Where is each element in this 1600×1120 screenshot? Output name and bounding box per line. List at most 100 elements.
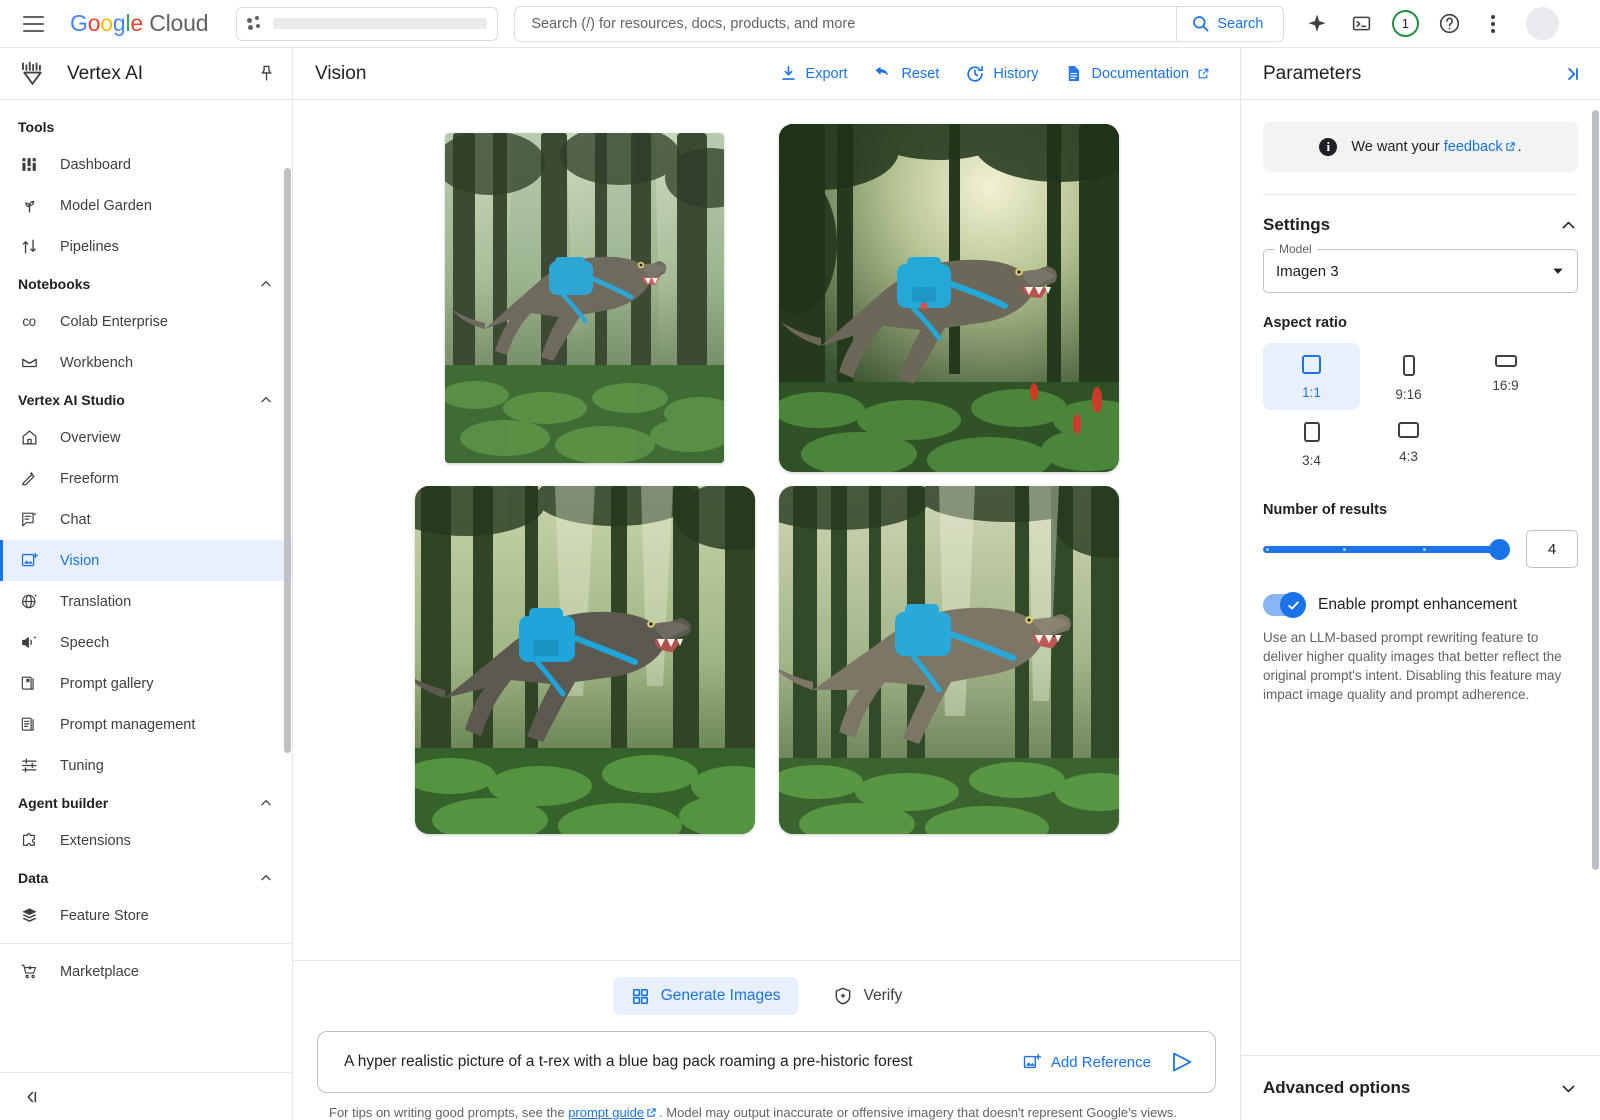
sidebar-item-feature-store[interactable]: Feature Store	[0, 895, 292, 936]
chevron-up-icon	[1559, 216, 1578, 235]
image-grid	[415, 124, 1119, 834]
toolbar-actions: Export Reset History	[779, 64, 1210, 84]
advanced-options-title: Advanced options	[1263, 1078, 1410, 1098]
generated-image-1[interactable]	[445, 133, 724, 463]
add-reference-button[interactable]: Add Reference	[1022, 1052, 1151, 1072]
sidebar-group-agent-builder[interactable]: Agent builder	[0, 786, 292, 820]
sidebar-item-label: Chat	[60, 512, 91, 528]
check-icon	[1286, 598, 1301, 613]
feedback-link[interactable]: feedback	[1444, 139, 1503, 155]
sidebar-item-vision[interactable]: Vision	[0, 540, 292, 581]
google-cloud-logo[interactable]: Google Cloud	[70, 10, 208, 37]
prompt-input[interactable]	[344, 1053, 1008, 1071]
sidebar-group-data[interactable]: Data	[0, 861, 292, 895]
aspect-ratio-4-3[interactable]: 4:3	[1360, 410, 1457, 476]
generated-image-3[interactable]	[415, 486, 755, 834]
chevron-up-icon	[258, 276, 274, 292]
sidebar-nav-scroll: Tools Dashboard	[0, 100, 292, 1072]
settings-section-header[interactable]: Settings	[1263, 195, 1578, 249]
tab-generate-images[interactable]: Generate Images	[613, 977, 799, 1015]
panel-collapse-right-icon[interactable]	[1560, 63, 1582, 85]
parameters-panel: Parameters i We want your feedback. Sett…	[1240, 48, 1600, 1120]
sidebar-item-colab-enterprise[interactable]: co Colab Enterprise	[0, 301, 292, 342]
search-input[interactable]	[515, 7, 1176, 41]
sidebar-item-dashboard[interactable]: Dashboard	[0, 144, 292, 185]
sidebar-product-title: Vertex AI	[67, 63, 257, 85]
send-prompt-button[interactable]	[1165, 1045, 1199, 1079]
cloud-shell-terminal-icon[interactable]	[1342, 5, 1380, 43]
sidebar-group-label: Tools	[18, 119, 54, 135]
user-avatar[interactable]	[1526, 7, 1559, 40]
sidebar-item-tuning[interactable]: Tuning	[0, 745, 292, 786]
model-select[interactable]: Model Imagen 3	[1263, 249, 1578, 293]
prompt-guide-link[interactable]: prompt guide	[568, 1105, 644, 1120]
sidebar-scrollbar[interactable]	[284, 168, 291, 753]
aspect-ratio-16-9[interactable]: 16:9	[1457, 343, 1554, 410]
feedback-banner: i We want your feedback.	[1263, 122, 1578, 172]
aspect-ratio-3-4[interactable]: 3:4	[1263, 410, 1360, 476]
vertex-ai-logo-icon	[18, 59, 47, 88]
sidebar-group-vertex-ai-studio[interactable]: Vertex AI Studio	[0, 383, 292, 417]
chevron-up-icon	[258, 795, 274, 811]
sidebar-item-pipelines[interactable]: Pipelines	[0, 226, 292, 267]
tuning-sliders-icon	[18, 755, 40, 777]
result-cell-1	[415, 124, 755, 472]
gemini-sparkle-icon[interactable]	[1298, 5, 1336, 43]
sidebar-group-notebooks[interactable]: Notebooks	[0, 267, 292, 301]
feedback-prefix: We want your	[1351, 139, 1443, 155]
aspect-ratio-label-4-3: 4:3	[1399, 449, 1418, 464]
number-of-results-value[interactable]: 4	[1526, 530, 1578, 568]
number-of-results-slider[interactable]	[1263, 546, 1506, 553]
prompt-gallery-icon	[18, 673, 40, 695]
history-clock-icon	[965, 64, 985, 84]
tab-verify[interactable]: Verify	[815, 977, 921, 1015]
shield-verify-icon	[833, 986, 853, 1006]
prompt-enhancement-toggle[interactable]	[1263, 594, 1305, 616]
sidebar-divider	[0, 943, 292, 944]
advanced-options-section[interactable]: Advanced options	[1241, 1055, 1600, 1120]
chat-icon	[18, 509, 40, 531]
export-button[interactable]: Export	[779, 64, 848, 83]
project-dots-icon	[247, 16, 263, 32]
pin-icon[interactable]	[257, 64, 276, 83]
sidebar-item-translation[interactable]: Translation	[0, 581, 292, 622]
hamburger-menu-icon[interactable]	[16, 7, 50, 41]
notifications-badge[interactable]: 1	[1386, 5, 1424, 43]
sidebar-item-marketplace[interactable]: Marketplace	[0, 951, 292, 992]
help-question-icon[interactable]	[1430, 5, 1468, 43]
sidebar-item-freeform[interactable]: Freeform	[0, 458, 292, 499]
sidebar-item-label: Overview	[60, 430, 120, 446]
sidebar-item-workbench[interactable]: Workbench	[0, 342, 292, 383]
prompt-zone: Add Reference For tips on writing good p…	[293, 1021, 1240, 1120]
sidebar-item-label: Vision	[60, 553, 99, 569]
parameters-title: Parameters	[1263, 63, 1560, 85]
generated-image-2[interactable]	[779, 124, 1119, 472]
sidebar-item-prompt-gallery[interactable]: Prompt gallery	[0, 663, 292, 704]
more-options-kebab-icon[interactable]	[1474, 5, 1512, 43]
parameters-scrollbar[interactable]	[1592, 110, 1599, 870]
search-button[interactable]: Search	[1176, 7, 1283, 41]
generated-image-4[interactable]	[779, 486, 1119, 834]
history-button[interactable]: History	[965, 64, 1038, 84]
sidebar-collapse-button[interactable]	[0, 1072, 292, 1120]
reset-button[interactable]: Reset	[873, 64, 939, 84]
slider-knob[interactable]	[1489, 539, 1510, 560]
aspect-ratio-label-3-4: 3:4	[1302, 453, 1321, 468]
aspect-ratio-1-1[interactable]: 1:1	[1263, 343, 1360, 410]
speech-speaker-icon	[18, 632, 40, 654]
feedback-suffix: .	[1518, 139, 1522, 155]
chevron-down-icon	[1559, 1079, 1578, 1098]
documentation-link[interactable]: Documentation	[1064, 64, 1210, 83]
sidebar-item-overview[interactable]: Overview	[0, 417, 292, 458]
sidebar-item-model-garden[interactable]: Model Garden	[0, 185, 292, 226]
sidebar-item-extensions[interactable]: Extensions	[0, 820, 292, 861]
export-label: Export	[806, 66, 848, 82]
landscape-shape-icon	[1398, 422, 1419, 438]
sidebar-item-prompt-management[interactable]: Prompt management	[0, 704, 292, 745]
project-selector[interactable]	[236, 7, 498, 41]
search-icon	[1191, 14, 1210, 33]
sidebar-item-label: Marketplace	[60, 964, 139, 980]
sidebar-item-chat[interactable]: Chat	[0, 499, 292, 540]
aspect-ratio-9-16[interactable]: 9:16	[1360, 343, 1457, 410]
sidebar-item-speech[interactable]: Speech	[0, 622, 292, 663]
